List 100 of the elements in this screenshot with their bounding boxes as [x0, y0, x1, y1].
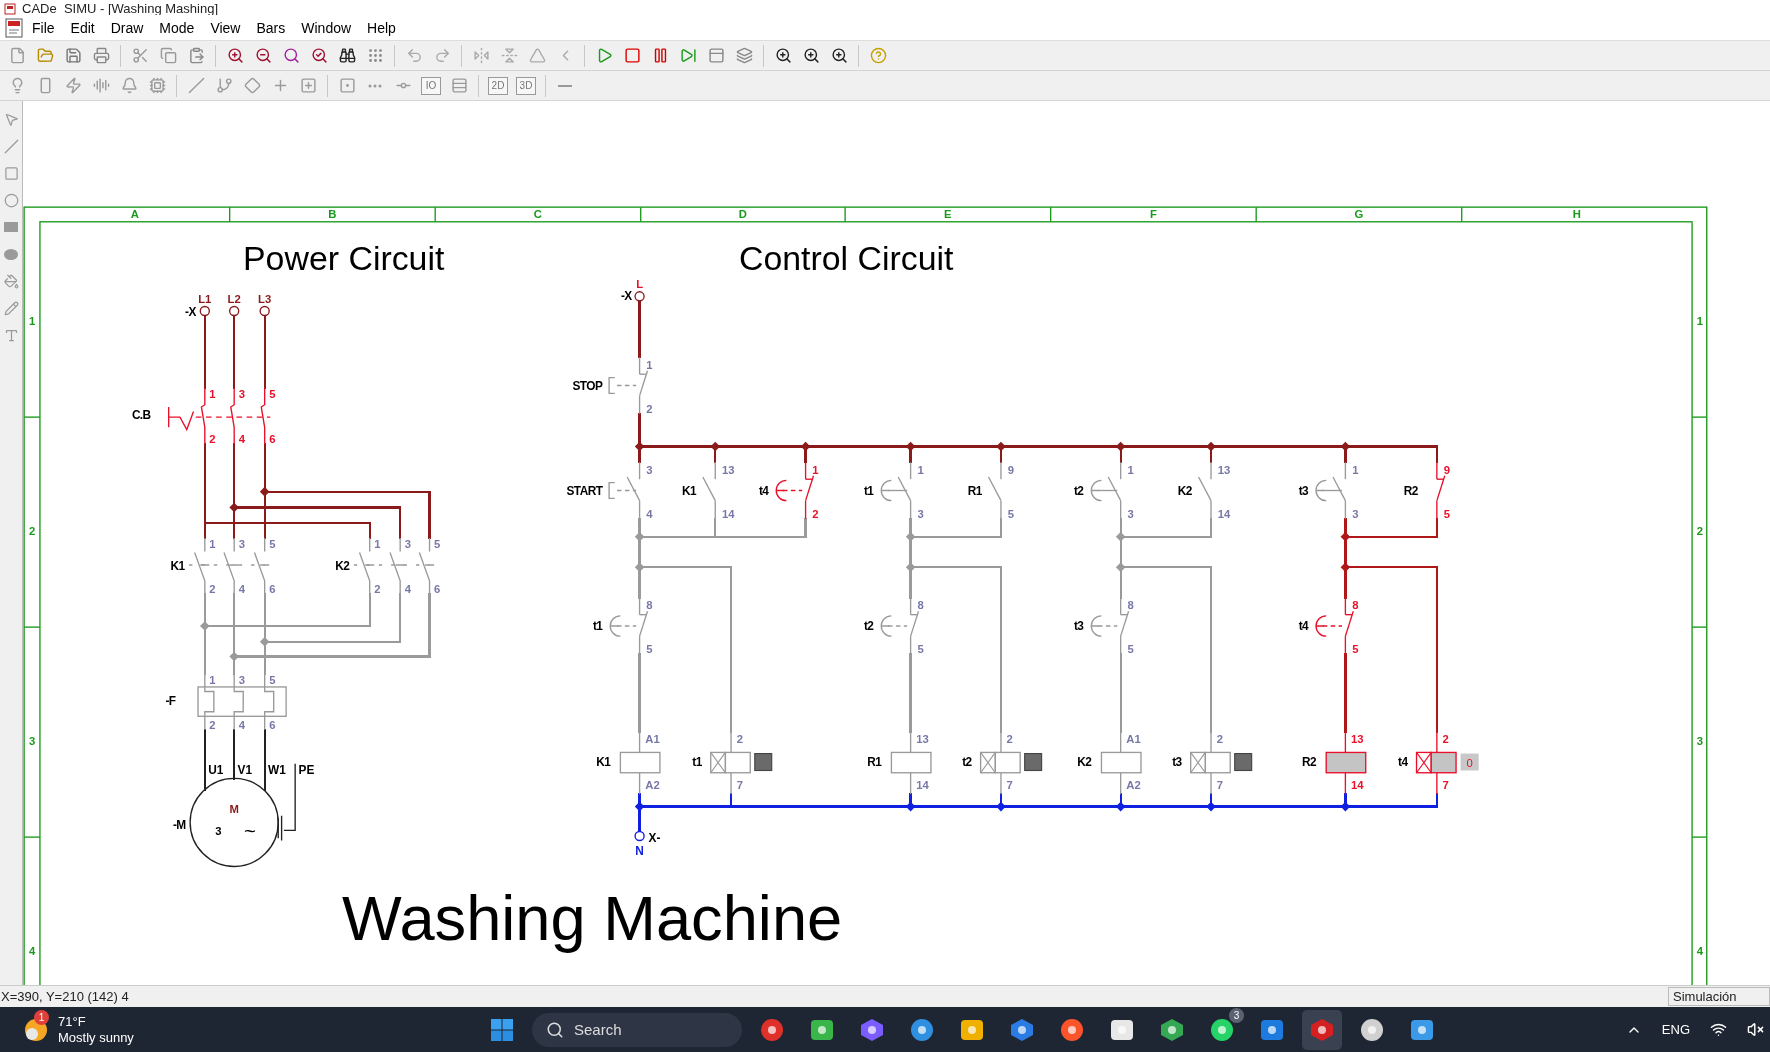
row-label: 4	[28, 944, 36, 957]
component-label: -M	[172, 818, 186, 833]
component-label: t3	[1172, 755, 1182, 769]
terminal-label: 2	[1006, 733, 1013, 746]
menu-item[interactable]: Window	[293, 17, 360, 38]
row-label: 3	[1696, 734, 1704, 747]
text-tool-button[interactable]: 2D	[488, 76, 508, 95]
circuit-title: Control Circuit	[739, 239, 954, 278]
terminal-label: 1	[374, 538, 381, 551]
terminal-label: 2	[374, 583, 381, 596]
terminal-label: 3	[238, 387, 245, 400]
component-label: R2	[1403, 484, 1418, 498]
terminal-label: 9	[1443, 463, 1450, 476]
terminal-label: 13	[1217, 463, 1231, 476]
notification-badge: 3	[1229, 1007, 1244, 1023]
timer-display: 0	[1460, 753, 1479, 771]
terminal-label: 1	[917, 463, 924, 476]
terminal-label: 2	[209, 433, 216, 446]
terminal-label: A1	[645, 733, 660, 746]
component-label: t3	[1074, 619, 1084, 634]
terminal-label: 6	[269, 583, 276, 596]
component-label: K2	[1177, 484, 1192, 498]
component-label: t1	[692, 755, 702, 769]
column-label: G	[1354, 208, 1364, 221]
terminal-label: 4	[404, 583, 411, 596]
phase-label: L3	[258, 293, 272, 306]
terminal-label: A2	[645, 778, 660, 791]
component-label: t2	[863, 619, 874, 634]
menu-item[interactable]: Draw	[102, 17, 152, 38]
component-label: K2	[1077, 755, 1092, 769]
diagram-caption: Washing Machine	[342, 882, 843, 953]
terminal-label: 1	[209, 387, 216, 400]
column-label: A	[130, 208, 139, 221]
terminal-label: 6	[269, 718, 276, 731]
terminal-label: 2	[209, 718, 216, 731]
terminal-label: 7	[736, 778, 743, 791]
component-label: R1	[967, 484, 982, 498]
component-label: R2	[1302, 755, 1317, 769]
terminal-label: 5	[1127, 643, 1134, 656]
terminal-label: 13	[1351, 733, 1364, 746]
terminal-label: 7	[1006, 778, 1013, 791]
column-label: F	[1149, 208, 1157, 221]
row-label: 1	[1696, 314, 1704, 327]
component-label: -F	[165, 694, 176, 708]
component-label: -X	[620, 288, 632, 303]
terminal-label: 2	[209, 583, 216, 596]
terminal-label: 14	[916, 778, 929, 791]
terminal-label: 5	[1443, 507, 1450, 520]
language-indicator[interactable]: ENG	[1661, 1022, 1690, 1037]
motor-label: M	[229, 803, 239, 816]
menu-item[interactable]: Mode	[151, 17, 203, 38]
component-label: t3	[1298, 484, 1309, 498]
component-label: t4	[1298, 619, 1309, 634]
terminal-label: 2	[646, 402, 653, 415]
circuit-title: Power Circuit	[243, 239, 445, 278]
menu-item[interactable]: Bars	[248, 17, 294, 38]
motor-label: 3	[215, 824, 222, 837]
terminal-label: 8	[1127, 599, 1134, 612]
terminal-label: W1	[268, 762, 286, 777]
column-label: B	[328, 208, 337, 221]
text-tool-button[interactable]: IO	[421, 76, 441, 95]
terminal-label: 4	[238, 718, 245, 731]
component-label: K1	[596, 755, 611, 769]
search-button[interactable]: Search	[532, 1012, 742, 1047]
column-label: E	[944, 208, 952, 221]
terminal-label: 8	[1352, 599, 1359, 612]
terminal-label: 6	[269, 433, 276, 446]
menu-item[interactable]: View	[202, 17, 249, 38]
terminal-label: 5	[269, 387, 276, 400]
menu-item[interactable]: Help	[359, 17, 404, 38]
window-title: CADe_SIMU - [Washing Mashing]	[22, 2, 219, 15]
text-tool-button[interactable]: 3D	[516, 76, 536, 95]
terminal-label: 3	[404, 538, 411, 551]
line-label: L	[636, 278, 644, 291]
terminal-label: A2	[1126, 778, 1141, 791]
terminal-label: 4	[238, 583, 245, 596]
column-label: D	[738, 208, 747, 221]
component-label: t1	[592, 619, 603, 634]
terminal-label: 1	[209, 673, 216, 686]
terminal-label: 14	[1217, 507, 1231, 520]
terminal-label: 4	[646, 507, 653, 520]
terminal-label: A1	[1126, 733, 1141, 746]
terminal-label: 4	[238, 433, 245, 446]
component-label: t4	[758, 484, 769, 498]
terminal-label: 14	[1351, 778, 1364, 791]
terminal-label: 2	[1442, 733, 1449, 746]
terminal-label: 3	[917, 507, 924, 520]
terminal-label: PE	[298, 762, 315, 777]
taskbar-app-button[interactable]: 3	[1202, 1009, 1242, 1050]
row-label: 1	[28, 314, 36, 327]
row-label: 4	[1696, 944, 1704, 957]
menu-item[interactable]: File	[24, 17, 63, 38]
terminal-label: 5	[1007, 507, 1014, 520]
terminal-label: 2	[736, 733, 743, 746]
terminal-label: 5	[917, 643, 924, 656]
terminal-label: 5	[434, 538, 441, 551]
terminal-label: 3	[646, 463, 653, 476]
terminal-label: 3	[238, 673, 245, 686]
menu-item[interactable]: Edit	[62, 17, 103, 38]
component-label: R1	[867, 755, 882, 769]
